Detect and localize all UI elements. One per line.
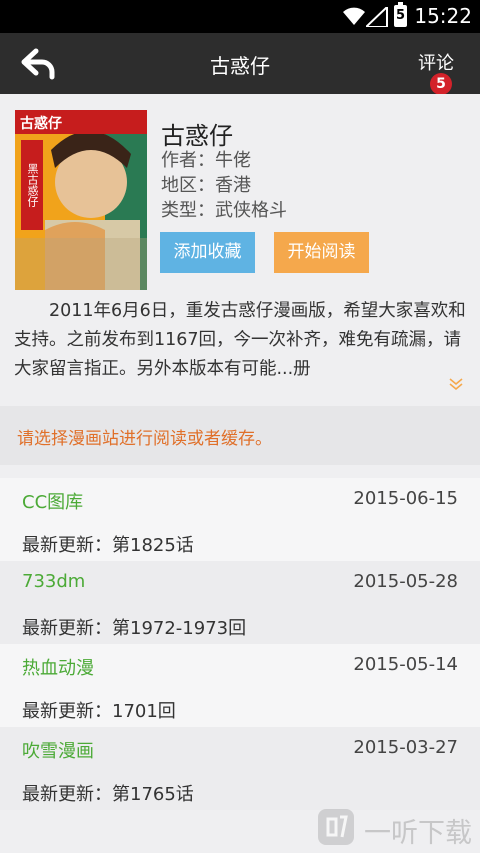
app-bar: 古惑仔 评论 5 — [0, 33, 480, 95]
cover-image[interactable]: 古惑仔 黑古惑仔 — [15, 110, 147, 290]
author: 作者：牛佬 — [161, 150, 251, 171]
cover-tag: 黑古惑仔 — [21, 140, 43, 230]
source-latest: 最新更新：第1972-1973回 — [22, 618, 247, 639]
notice-bar: 请选择漫画站进行阅读或者缓存。 — [0, 406, 480, 465]
page-title: 古惑仔 — [210, 54, 270, 78]
source-item[interactable]: 热血动漫 2015-05-14 最新更新：1701回 — [0, 644, 480, 727]
add-favorite-button[interactable]: 添加收藏 — [160, 232, 255, 273]
status-bar: 5 15:22 — [0, 0, 480, 33]
comment-label: 评论 — [418, 53, 454, 74]
wifi-icon — [343, 7, 365, 25]
battery-icon: 5 — [394, 2, 407, 27]
source-latest: 最新更新：1701回 — [22, 701, 176, 722]
watermark: 一听下载 — [316, 807, 476, 849]
source-list: CC图库 2015-06-15 最新更新：第1825话 733dm 2015-0… — [0, 478, 480, 810]
watermark-text: 一听下载 — [364, 818, 472, 849]
expand-chevron-icon[interactable] — [448, 377, 464, 391]
source-item[interactable]: CC图库 2015-06-15 最新更新：第1825话 — [0, 478, 480, 561]
source-name: 热血动漫 — [22, 658, 94, 679]
battery-level: 5 — [396, 7, 406, 25]
manga-description: 2011年6月6日，重发古惑仔漫画版，希望大家喜欢和支持。之前发布到1167回，… — [14, 301, 466, 379]
source-date: 2015-05-14 — [353, 654, 458, 675]
clock: 15:22 — [414, 4, 472, 28]
source-date: 2015-03-27 — [353, 737, 458, 758]
watermark-logo-icon — [318, 809, 354, 845]
region: 地区：香港 — [161, 175, 251, 196]
source-item[interactable]: 733dm 2015-05-28 最新更新：第1972-1973回 — [0, 561, 480, 644]
signal-icon — [366, 7, 388, 27]
comment-button[interactable]: 评论 5 — [418, 49, 462, 95]
genre: 类型：武侠格斗 — [161, 200, 287, 221]
start-reading-button[interactable]: 开始阅读 — [274, 232, 369, 273]
notice-text: 请选择漫画站进行阅读或者缓存。 — [17, 429, 272, 449]
comment-count-badge: 5 — [430, 73, 452, 95]
source-date: 2015-05-28 — [353, 571, 458, 592]
source-latest: 最新更新：第1765话 — [22, 784, 194, 805]
source-name: CC图库 — [22, 492, 84, 513]
source-name: 733dm — [22, 571, 86, 592]
source-latest: 最新更新：第1825话 — [22, 535, 194, 556]
source-date: 2015-06-15 — [353, 488, 458, 509]
cover-brand-text: 古惑仔 — [15, 110, 147, 134]
source-item[interactable]: 吹雪漫画 2015-03-27 最新更新：第1765话 — [0, 727, 480, 810]
source-name: 吹雪漫画 — [22, 741, 94, 762]
